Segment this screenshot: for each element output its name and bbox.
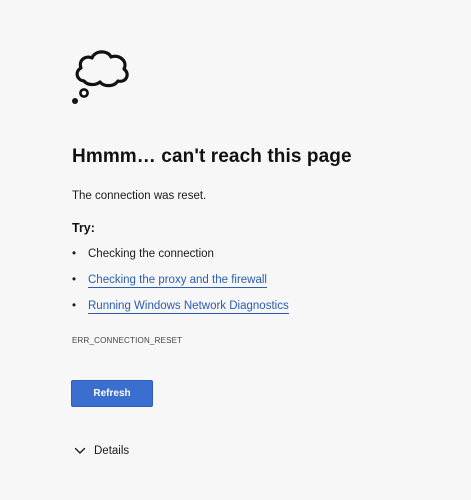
- details-toggle[interactable]: Details: [74, 445, 129, 457]
- suggestion-item: • Checking the connection: [72, 248, 289, 274]
- bullet: •: [72, 274, 77, 286]
- details-label: Details: [94, 445, 130, 457]
- refresh-button[interactable]: Refresh: [71, 380, 153, 407]
- chevron-down-icon: [74, 447, 86, 454]
- thought-bubble-icon: [72, 50, 129, 104]
- suggestion-item: • Checking the proxy and the firewall: [72, 274, 289, 300]
- bullet: •: [72, 248, 77, 260]
- page-title: Hmmm… can't reach this page: [72, 146, 352, 167]
- suggestion-item: • Running Windows Network Diagnostics: [72, 300, 289, 326]
- suggestion-list: • Checking the connection • Checking the…: [72, 248, 289, 326]
- proxy-firewall-link[interactable]: Checking the proxy and the firewall: [88, 274, 267, 288]
- network-diagnostics-link[interactable]: Running Windows Network Diagnostics: [88, 300, 289, 314]
- error-message: The connection was reset.: [72, 190, 207, 202]
- try-heading: Try:: [72, 221, 95, 235]
- error-page: Hmmm… can't reach this page The connecti…: [0, 0, 471, 500]
- error-code: ERR_CONNECTION_RESET: [72, 336, 183, 345]
- bullet: •: [72, 300, 77, 312]
- suggestion-check-connection: Checking the connection: [88, 248, 214, 260]
